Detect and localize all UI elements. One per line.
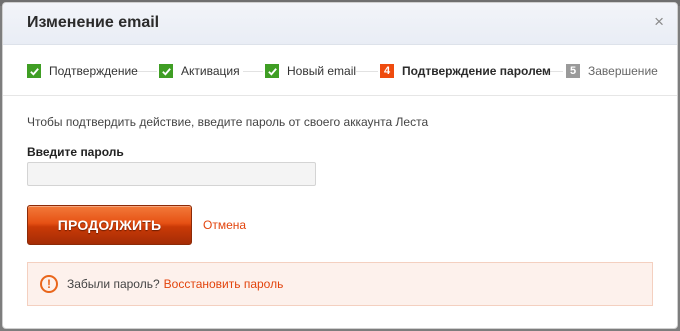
change-email-dialog: Изменение email × Подтверждение Активаци… [3, 3, 677, 328]
password-label: Введите пароль [27, 145, 124, 159]
progress-steps: Подтверждение Активация Новый email 4 По… [3, 45, 677, 96]
step-label: Новый email [287, 64, 357, 78]
notice-text: Забыли пароль? [67, 277, 160, 291]
checkmark-icon [27, 64, 41, 78]
step-connector [243, 71, 263, 72]
checkmark-icon [265, 64, 279, 78]
step-label: Подтверждение паролем [402, 64, 551, 78]
step-label: Завершение [588, 64, 658, 78]
password-input[interactable] [27, 162, 316, 186]
step-connector [137, 71, 157, 72]
dialog-title: Изменение email [27, 14, 160, 31]
cancel-link[interactable]: Отмена [203, 218, 246, 232]
dialog-header: Изменение email × [3, 3, 677, 45]
exclamation-icon: ! [40, 275, 58, 293]
continue-button[interactable]: ПРОДОЛЖИТЬ [27, 205, 192, 245]
password-form: Чтобы подтвердить действие, введите паро… [27, 115, 653, 306]
step-confirmation: Подтверждение [27, 63, 138, 79]
forgot-password-notice: ! Забыли пароль? Восстановить пароль [27, 262, 653, 306]
step-connector [356, 71, 378, 72]
checkmark-icon [159, 64, 173, 78]
step-label: Подтверждение [49, 64, 138, 78]
close-icon[interactable]: × [654, 13, 664, 30]
form-description: Чтобы подтвердить действие, введите паро… [27, 115, 429, 129]
step-password-confirmation: 4 Подтверждение паролем [380, 63, 551, 79]
step-new-email: Новый email [265, 63, 356, 79]
step-number-badge: 5 [566, 64, 580, 78]
step-activation: Активация [159, 63, 240, 79]
step-number-badge: 4 [380, 64, 394, 78]
step-label: Активация [181, 64, 240, 78]
step-completion: 5 Завершение [566, 63, 658, 79]
restore-password-link[interactable]: Восстановить пароль [164, 277, 284, 291]
